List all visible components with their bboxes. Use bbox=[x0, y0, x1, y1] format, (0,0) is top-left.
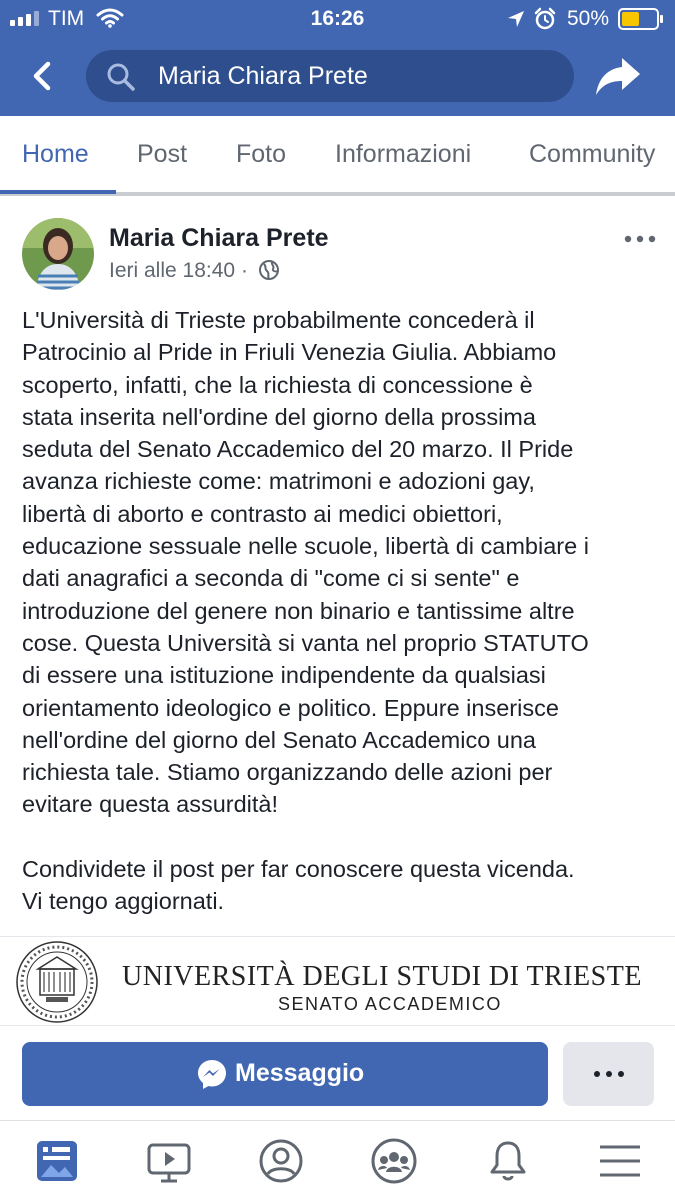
tab-community[interactable]: Community bbox=[529, 140, 655, 169]
post-author[interactable]: Maria Chiara Prete bbox=[109, 224, 329, 253]
globe-icon bbox=[258, 260, 279, 280]
search-input[interactable] bbox=[158, 50, 558, 102]
tab-post[interactable]: Post bbox=[137, 140, 187, 169]
avatar[interactable] bbox=[22, 218, 94, 290]
messenger-icon bbox=[198, 1060, 226, 1089]
link-preview-banner[interactable]: UNIVERSITÀ DEGLI STUDI DI TRIESTE SENATO… bbox=[0, 936, 675, 1026]
share-icon[interactable] bbox=[594, 54, 642, 98]
news-feed-icon[interactable] bbox=[33, 1137, 81, 1185]
alarm-icon bbox=[534, 7, 556, 30]
status-bar: TIM 16:26 50% bbox=[0, 0, 675, 38]
post-meta: Ieri alle 18:40 · bbox=[109, 259, 280, 283]
university-name: UNIVERSITÀ DEGLI STUDI DI TRIESTE bbox=[122, 961, 642, 992]
page-tabs: Home Post Foto Informazioni Community bbox=[0, 116, 675, 196]
menu-icon[interactable] bbox=[596, 1137, 644, 1185]
active-tab-indicator bbox=[0, 190, 116, 194]
battery-icon bbox=[618, 8, 663, 30]
university-seal-icon bbox=[16, 941, 98, 1023]
bottom-navigation bbox=[0, 1120, 675, 1200]
search-icon bbox=[107, 63, 135, 91]
post-text: L'Università di Trieste probabilmente co… bbox=[22, 307, 589, 915]
tab-home[interactable]: Home bbox=[22, 140, 89, 169]
notifications-bell-icon[interactable] bbox=[484, 1137, 532, 1185]
message-button[interactable]: Messaggio bbox=[22, 1042, 548, 1106]
search-bar[interactable] bbox=[86, 50, 574, 102]
tab-foto[interactable]: Foto bbox=[236, 140, 286, 169]
groups-icon[interactable] bbox=[370, 1137, 418, 1185]
post-options-icon[interactable] bbox=[620, 224, 660, 254]
more-dots-icon bbox=[594, 1071, 624, 1077]
post-timestamp[interactable]: Ieri alle 18:40 bbox=[109, 259, 235, 282]
location-icon bbox=[508, 11, 524, 27]
profile-icon[interactable] bbox=[257, 1137, 305, 1185]
header-nav bbox=[0, 48, 675, 106]
back-arrow-icon[interactable] bbox=[28, 56, 58, 96]
battery-percent: 50% bbox=[567, 7, 610, 30]
tab-informazioni[interactable]: Informazioni bbox=[335, 140, 471, 169]
top-bar: TIM 16:26 50% bbox=[0, 0, 675, 116]
meta-separator: · bbox=[240, 259, 248, 282]
watch-video-icon[interactable] bbox=[145, 1137, 193, 1185]
message-button-label: Messaggio bbox=[235, 1059, 365, 1087]
university-subtitle: SENATO ACCADEMICO bbox=[278, 994, 502, 1014]
more-actions-button[interactable] bbox=[563, 1042, 654, 1106]
